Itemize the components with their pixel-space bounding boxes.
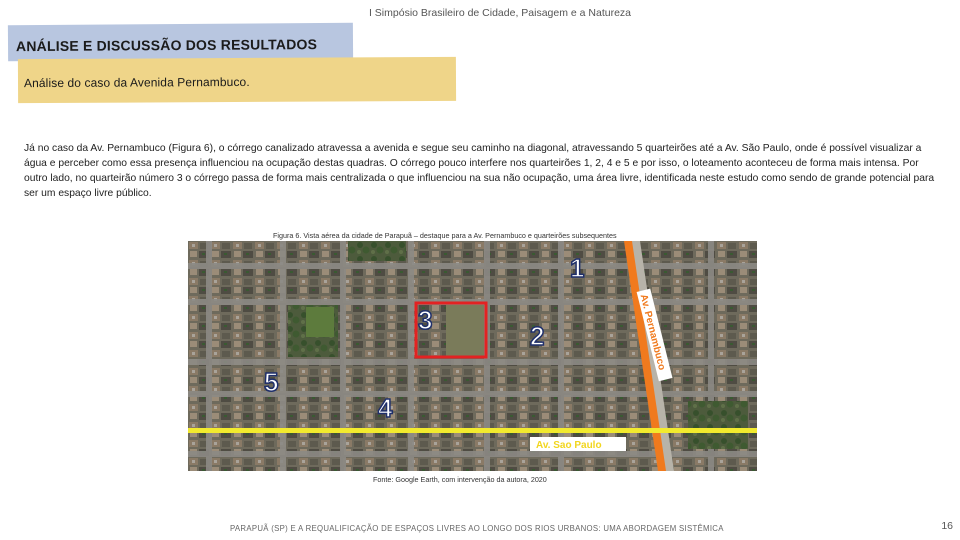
body-paragraph: Já no caso da Av. Pernambuco (Figura 6),… <box>24 143 935 199</box>
block-label-2: 2 <box>530 321 544 351</box>
block-label-1: 1 <box>570 253 584 283</box>
figure-caption: Figura 6. Vista aérea da cidade de Parap… <box>273 231 617 240</box>
figure-source: Fonte: Google Earth, com intervenção da … <box>373 475 547 484</box>
page-number: 16 <box>941 520 953 532</box>
avenue-sao-paulo-line <box>188 428 757 433</box>
section-title-banner: ANÁLISE E DISCUSSÃO DOS RESULTADOS <box>7 22 354 62</box>
event-header: I Simpósio Brasileiro de Cidade, Paisage… <box>368 7 632 19</box>
block-label-5: 5 <box>264 367 278 397</box>
block-label-3: 3 <box>418 305 432 335</box>
aerial-map-figure: 1 2 3 4 5 Av. Pernambuco Av. Sao Paulo <box>188 241 757 471</box>
section-title: ANÁLISE E DISCUSSÃO DOS RESULTADOS <box>15 36 318 55</box>
avenue-sao-paulo-label: Av. Sao Paulo <box>536 440 602 451</box>
block-label-4: 4 <box>378 393 393 423</box>
footer-title: PARAPUÃ (SP) E A REQUALIFICAÇÃO DE ESPAÇ… <box>230 524 724 533</box>
subsection-banner: Análise do caso da Avenida Pernambuco. <box>17 56 457 104</box>
subsection-title: Análise do caso da Avenida Pernambuco. <box>23 74 250 91</box>
